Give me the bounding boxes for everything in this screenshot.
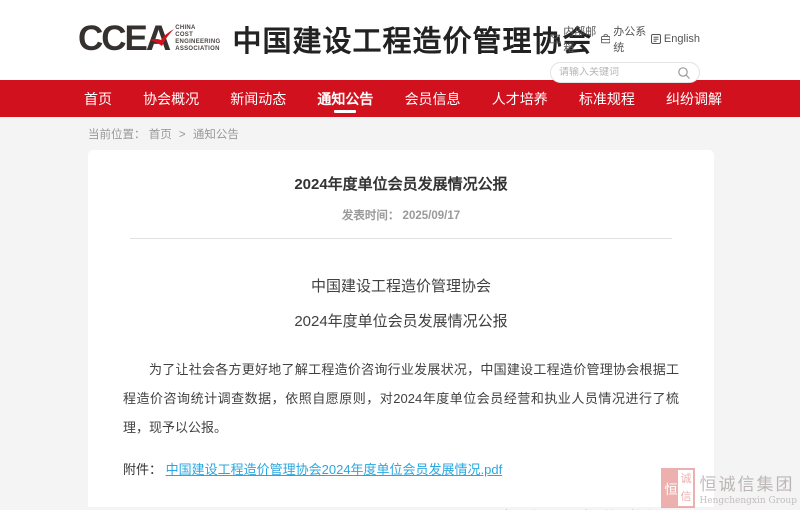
article-card: 2024年度单位会员发展情况公报 发表时间： 2025/09/17 中国建设工程… — [88, 150, 714, 507]
nav-item-news[interactable]: 新闻动态 — [230, 80, 286, 117]
site-logo[interactable]: CCEA CHINA COST ENGINEERING ASSOCIATION … — [78, 17, 593, 61]
page: CCEA CHINA COST ENGINEERING ASSOCIATION … — [0, 0, 800, 510]
nav-item-home[interactable]: 首页 — [84, 80, 112, 117]
article-paragraph: 为了让社会各方更好地了解工程造价咨询行业发展状况，中国建设工程造价管理协会根据工… — [123, 355, 679, 442]
english-link[interactable]: English — [651, 33, 700, 45]
signature-name: 中国建设工程造价管理协会 — [500, 506, 656, 510]
breadcrumb-separator: > — [179, 129, 186, 141]
search-icon[interactable] — [677, 66, 691, 80]
nav-item-about[interactable]: 协会概况 — [143, 80, 199, 117]
document-title-line: 2024年度单位会员发展情况公报 — [88, 310, 714, 331]
divider — [130, 238, 672, 239]
nav-item-training[interactable]: 人才培养 — [492, 80, 548, 117]
nav-items: 首页 协会概况 新闻动态 通知公告 会员信息 人才培养 标准规程 纠纷调解 — [0, 80, 800, 117]
breadcrumb-notices[interactable]: 通知公告 — [193, 129, 239, 141]
internal-mail-link[interactable]: 内部邮箱 — [550, 23, 601, 55]
document-org-line: 中国建设工程造价管理协会 — [88, 275, 714, 296]
ccea-logo-text: CCEA — [78, 17, 169, 61]
attachment-label: 附件： — [123, 462, 162, 477]
nav-item-members[interactable]: 会员信息 — [405, 80, 461, 117]
watermark-company-cn: 恒诚信集团 — [699, 470, 797, 495]
site-title: 中国建设工程造价管理协会 — [233, 18, 593, 60]
search-input[interactable] — [559, 67, 677, 78]
nav-item-notices[interactable]: 通知公告 — [317, 80, 373, 117]
signature-block: 中国建设工程造价管理协会 2025年9月17日 — [500, 506, 656, 510]
site-header: CCEA CHINA COST ENGINEERING ASSOCIATION … — [0, 0, 800, 80]
envelope-icon — [550, 34, 560, 44]
watermark-company-en: Hengchengxin Group — [699, 496, 797, 506]
breadcrumb: 当前位置： 首页 > 通知公告 — [88, 126, 800, 142]
office-icon — [601, 34, 610, 44]
breadcrumb-prefix: 当前位置： — [88, 129, 146, 141]
globe-icon — [651, 34, 661, 44]
nav-item-standards[interactable]: 标准规程 — [579, 80, 635, 117]
logo-subtext: CHINA COST ENGINEERING ASSOCIATION — [175, 25, 220, 53]
publish-date: 发表时间： 2025/09/17 — [88, 207, 714, 223]
seal-icon: 恒 诚 信 — [661, 468, 695, 508]
quick-links: 内部邮箱 办公系统 — [550, 23, 700, 55]
office-system-link[interactable]: 办公系统 — [601, 23, 651, 55]
attachment-row: 附件： 中国建设工程造价管理协会2024年度单位会员发展情况.pdf — [123, 459, 679, 478]
header-utilities: 内部邮箱 办公系统 — [550, 23, 700, 83]
breadcrumb-home[interactable]: 首页 — [149, 129, 172, 141]
nav-item-dispute[interactable]: 纠纷调解 — [666, 80, 722, 117]
logo-swoosh-icon — [149, 27, 175, 49]
hengchengxin-watermark: 恒 诚 信 恒诚信集团 Hengchengxin Group — [661, 468, 797, 508]
main-nav: 首页 协会概况 新闻动态 通知公告 会员信息 人才培养 标准规程 纠纷调解 — [0, 80, 800, 117]
attachment-pdf-link[interactable]: 中国建设工程造价管理协会2024年度单位会员发展情况.pdf — [166, 462, 503, 477]
article-title: 2024年度单位会员发展情况公报 — [88, 173, 714, 194]
